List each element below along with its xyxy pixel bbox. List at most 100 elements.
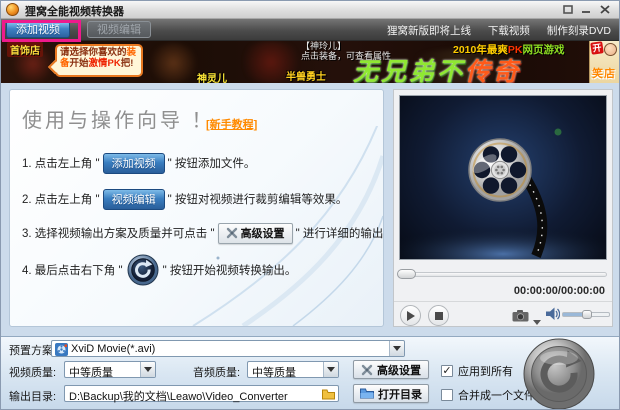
minimize-icon bbox=[581, 5, 591, 14]
volume-fill bbox=[563, 313, 584, 316]
step-text: 1. 点击左上角 " bbox=[22, 155, 100, 171]
banner-title: 无兄弟不传奇 bbox=[353, 52, 521, 83]
video-quality-value: 中等质量 bbox=[69, 364, 113, 380]
banner-shop-label: 首饰店 bbox=[7, 42, 43, 57]
stop-button[interactable] bbox=[428, 305, 449, 326]
ad-banner[interactable]: 首饰店 请选择你喜欢的装备开始激情PK把! 神灵儿 半兽勇士 【神玲儿】 点击装… bbox=[1, 41, 619, 83]
folder-icon bbox=[360, 388, 374, 399]
banner-art bbox=[146, 43, 201, 83]
edit-video-button[interactable]: 视频编辑 bbox=[87, 21, 151, 38]
browse-folder-icon[interactable] bbox=[322, 389, 335, 400]
audio-quality-dropdown[interactable]: 中等质量 bbox=[247, 361, 339, 378]
chevron-down-icon bbox=[144, 367, 152, 372]
step-button-label: 高级设置 bbox=[241, 225, 285, 241]
step-text: " 按钮开始视频转换输出。 bbox=[163, 262, 297, 278]
guide-step-1: 1. 点击左上角 " 添加视频 " 按钮添加文件。 bbox=[22, 152, 255, 174]
audio-quality-label: 音频质量: bbox=[193, 364, 240, 380]
convert-button[interactable] bbox=[522, 337, 596, 410]
step-text: " 按钮添加文件。 bbox=[168, 155, 256, 171]
film-reel-graphic bbox=[400, 96, 606, 259]
output-dir-label: 输出目录: bbox=[9, 388, 56, 404]
step-text: " 进行详细的输出设置。 bbox=[296, 225, 384, 241]
close-icon bbox=[600, 5, 610, 14]
link-download-video[interactable]: 下载视频 bbox=[488, 25, 530, 37]
title-bar: 狸窝全能视频转换器 bbox=[1, 1, 619, 19]
app-window: 狸窝全能视频转换器 添加视频 视频编辑 狸窝新版即将上线 下载视频 制作刻录DV… bbox=[0, 0, 620, 410]
toolbar-links: 狸窝新版即将上线 下载视频 制作刻录DVD bbox=[373, 23, 611, 38]
banner-character-2: 半兽勇士 bbox=[286, 68, 326, 83]
wrench-icon bbox=[226, 227, 238, 239]
settings-panel: 预置方案: XviD Movie(*.avi) 视频质量: 中等质量 音频质量:… bbox=[1, 336, 619, 410]
maximize-icon bbox=[563, 5, 573, 14]
play-button[interactable] bbox=[400, 305, 421, 326]
banner-character-1: 神灵儿 bbox=[197, 70, 227, 83]
camera-icon bbox=[512, 310, 529, 322]
guide-step-3: 3. 选择视频输出方案及质量并可点击 " 高级设置 " 进行详细的输出设置。 bbox=[22, 222, 384, 244]
video-quality-arrow[interactable] bbox=[140, 362, 155, 377]
preview-panel: 00:00:00/00:00:00 bbox=[393, 89, 613, 327]
toolbar: 添加视频 视频编辑 狸窝新版即将上线 下载视频 制作刻录DVD bbox=[1, 19, 619, 41]
chevron-down-icon bbox=[327, 367, 335, 372]
volume-handle[interactable] bbox=[582, 310, 592, 319]
stop-icon bbox=[435, 312, 443, 320]
bubble-text: 请选择你喜欢的 bbox=[60, 47, 127, 58]
preset-label: 预置方案: bbox=[9, 342, 56, 358]
open-directory-label: 打开目录 bbox=[378, 386, 422, 402]
close-button[interactable] bbox=[598, 4, 612, 16]
controls-divider bbox=[394, 301, 612, 302]
preset-dropdown-arrow[interactable] bbox=[389, 341, 404, 356]
apply-to-all-label: 应用到所有 bbox=[458, 363, 513, 379]
time-display: 00:00:00/00:00:00 bbox=[514, 285, 605, 297]
edit-video-button-illustration: 视频编辑 bbox=[103, 189, 165, 210]
bubble-text: 把! bbox=[121, 58, 134, 69]
audio-quality-arrow[interactable] bbox=[323, 362, 338, 377]
guide-title: 使用与操作向导 ！ bbox=[22, 104, 215, 133]
banner-speech-bubble: 请选择你喜欢的装备开始激情PK把! bbox=[55, 44, 143, 77]
output-path-value: D:\Backup\我的文档\Leawo\Video_Converter bbox=[69, 388, 288, 404]
checkbox-checked[interactable]: ✓ bbox=[441, 365, 453, 377]
step-text: " 按钮对视频进行裁剪编辑等效果。 bbox=[168, 191, 348, 207]
bubble-text-highlight: 激情PK bbox=[89, 58, 121, 69]
chevron-down-icon bbox=[533, 320, 541, 325]
add-video-button-illustration: 添加视频 bbox=[103, 153, 165, 174]
video-quality-dropdown[interactable]: 中等质量 bbox=[64, 361, 156, 378]
link-new-version[interactable]: 狸窝新版即将上线 bbox=[387, 25, 471, 37]
banner-corner-ad: 开 笑店 bbox=[589, 41, 619, 83]
tutorial-link[interactable]: [新手教程] bbox=[206, 116, 257, 132]
add-video-button[interactable]: 添加视频 bbox=[6, 21, 70, 38]
banner-note-line1: 【神玲儿】 bbox=[301, 41, 391, 51]
step-text: 3. 选择视频输出方案及质量并可点击 " bbox=[22, 225, 215, 241]
output-path-field[interactable]: D:\Backup\我的文档\Leawo\Video_Converter bbox=[64, 385, 339, 402]
apply-to-all-checkbox[interactable]: ✓ 应用到所有 bbox=[441, 363, 513, 379]
guide-panel: 使用与操作向导 ！ [新手教程] 1. 点击左上角 " 添加视频 " 按钮添加文… bbox=[9, 89, 384, 327]
minimize-button[interactable] bbox=[579, 4, 593, 16]
play-icon bbox=[406, 311, 415, 321]
step-text: 2. 点击左上角 " bbox=[22, 191, 100, 207]
corner-badge: 开 bbox=[590, 41, 604, 55]
tagline-part: 网页游戏 bbox=[522, 44, 564, 56]
window-title: 狸窝全能视频转换器 bbox=[25, 3, 124, 19]
link-burn-dvd[interactable]: 制作刻录DVD bbox=[547, 25, 611, 37]
audio-quality-value: 中等质量 bbox=[252, 364, 296, 380]
app-logo-icon bbox=[6, 3, 19, 16]
banner-title-red: 传奇 bbox=[465, 58, 521, 83]
advanced-settings-button[interactable]: 高级设置 bbox=[353, 360, 429, 379]
advanced-settings-label: 高级设置 bbox=[377, 362, 421, 378]
chevron-down-icon bbox=[393, 346, 401, 351]
video-quality-label: 视频质量: bbox=[9, 364, 56, 380]
checkbox-unchecked[interactable] bbox=[441, 389, 453, 401]
guide-step-2: 2. 点击左上角 " 视频编辑 " 按钮对视频进行裁剪编辑等效果。 bbox=[22, 188, 347, 210]
snapshot-button[interactable] bbox=[512, 309, 529, 327]
convert-button-illustration bbox=[127, 254, 159, 286]
video-screen bbox=[399, 95, 607, 260]
merge-files-checkbox[interactable]: 合并成一个文件 bbox=[441, 387, 535, 403]
mute-button[interactable] bbox=[546, 307, 560, 326]
preset-dropdown[interactable]: XviD Movie(*.avi) bbox=[51, 340, 405, 357]
maximize-button[interactable] bbox=[561, 4, 575, 16]
seek-bar[interactable] bbox=[399, 272, 607, 277]
volume-slider[interactable] bbox=[562, 312, 610, 317]
open-directory-button[interactable]: 打开目录 bbox=[353, 384, 429, 403]
snapshot-dropdown[interactable] bbox=[533, 312, 541, 330]
seek-handle[interactable] bbox=[397, 269, 416, 279]
banner-title-green: 无兄弟不 bbox=[353, 58, 465, 83]
